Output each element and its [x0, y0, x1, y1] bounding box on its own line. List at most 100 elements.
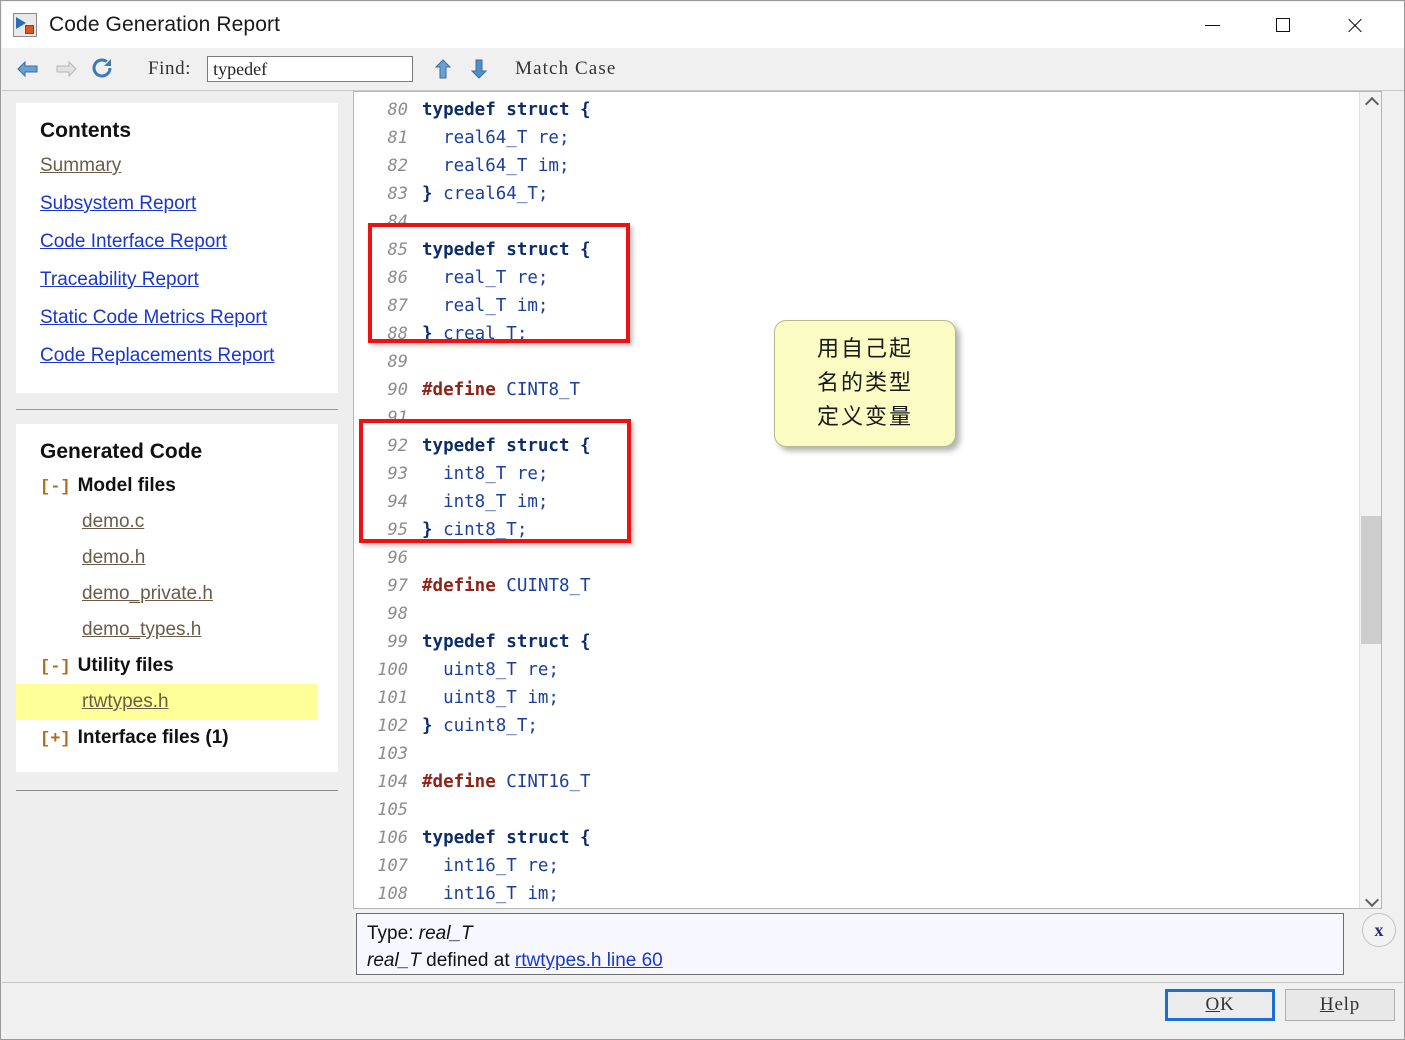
code-line: 96: [354, 544, 1359, 572]
scrollbar-thumb[interactable]: [1361, 516, 1381, 644]
ok-rest: K: [1220, 994, 1235, 1015]
sidebar-link-static-code-metrics-report[interactable]: Static Code Metrics Report: [16, 299, 338, 337]
code-token: typedef struct {: [422, 240, 591, 260]
code-line: 102} cuint8_T;: [354, 712, 1359, 740]
code-token: typedef struct {: [422, 100, 591, 120]
scroll-up-button[interactable]: [1360, 92, 1381, 112]
collapse-toggle-icon[interactable]: [-]: [40, 658, 71, 677]
arrow-up-icon: [433, 59, 453, 84]
code-token: }: [422, 520, 444, 540]
code-line: 80 typedef struct {: [354, 96, 1359, 124]
type-info-type-name: real_T: [418, 923, 473, 944]
tree-group-utility-files[interactable]: [-] Utility files: [16, 648, 338, 684]
sidebar-link-summary[interactable]: Summary: [16, 147, 338, 185]
code-line: 105: [354, 796, 1359, 824]
tree-group-model-files[interactable]: [-] Model files: [16, 468, 338, 504]
window-title: Code Generation Report: [49, 13, 281, 36]
code-line-number: 105: [377, 800, 408, 820]
type-info-line-1: Type: real_T: [367, 920, 1333, 947]
sidebar: Contents Summary Subsystem Report Code I…: [2, 91, 352, 983]
code-line: 98: [354, 600, 1359, 628]
sidebar-link-code-interface-report[interactable]: Code Interface Report: [16, 223, 338, 261]
code-line-number: 103: [377, 744, 408, 764]
code-line: 87 real_T im;: [354, 292, 1359, 320]
contents-panel: Contents Summary Subsystem Report Code I…: [16, 103, 338, 393]
code-token: cint8_T;: [443, 520, 528, 540]
code-line-number: 98: [387, 604, 408, 624]
code-line: 104 #define CINT16_T: [354, 768, 1359, 796]
forward-button[interactable]: [54, 58, 80, 80]
code-line: 85 typedef struct {: [354, 236, 1359, 264]
code-line-number: 86: [387, 268, 408, 288]
match-case-toggle[interactable]: Match Case: [515, 58, 616, 80]
tree-file-demo-h[interactable]: demo.h: [16, 540, 338, 576]
code-viewer: 80 typedef struct { 81 real64_T re; 82 real…: [353, 91, 1382, 909]
code-line-number: 107: [377, 856, 408, 876]
find-label: Find:: [148, 58, 192, 79]
tree-file-demo-c[interactable]: demo.c: [16, 504, 338, 540]
code-token: CINT8_T: [506, 380, 581, 400]
help-mnemonic: H: [1319, 994, 1335, 1015]
code-line: 108 int16_T im;: [354, 880, 1359, 908]
code-token: real64_T re;: [422, 128, 570, 148]
tree-file-rtwtypes-h[interactable]: rtwtypes.h: [16, 684, 318, 720]
code-line-number: 106: [377, 828, 408, 848]
type-info-type-name-2: real_T: [367, 950, 421, 971]
generated-code-panel: Generated Code [-] Model files demo.c dem…: [16, 424, 338, 772]
code-token: creal_T;: [443, 324, 528, 344]
code-line-number: 81: [387, 128, 408, 148]
ok-button[interactable]: OK: [1165, 989, 1275, 1021]
minimize-button[interactable]: [1183, 2, 1241, 48]
sidebar-link-code-replacements-report[interactable]: Code Replacements Report: [16, 337, 338, 375]
code-token: real_T im;: [422, 296, 549, 316]
code-line: 82 real64_T im;: [354, 152, 1359, 180]
find-previous-button[interactable]: [433, 58, 453, 80]
code-scroll-area[interactable]: 80 typedef struct { 81 real64_T re; 82 real…: [354, 92, 1359, 908]
type-definition-link[interactable]: rtwtypes.h line 60: [515, 950, 663, 971]
window-close-button[interactable]: [1325, 2, 1383, 48]
code-line-number: 101: [377, 688, 408, 708]
code-line-number: 92: [387, 436, 408, 456]
tree-group-interface-files[interactable]: [+] Interface files (1): [16, 720, 338, 756]
annotation-note: 用自己起 名的类型 定义变量: [774, 320, 956, 447]
code-token: int8_T im;: [422, 492, 549, 512]
collapse-toggle-icon[interactable]: [-]: [40, 478, 71, 497]
type-info-prefix: Type:: [367, 923, 419, 944]
code-line-number: 82: [387, 156, 408, 176]
refresh-button[interactable]: [92, 58, 118, 80]
code-line-number: 100: [377, 660, 408, 680]
code-token: int16_T im;: [422, 884, 559, 904]
scroll-down-button[interactable]: [1360, 888, 1381, 908]
code-token: cuint8_T;: [443, 716, 538, 736]
code-line-number: 96: [387, 548, 408, 568]
sidebar-link-traceability-report[interactable]: Traceability Report: [16, 261, 338, 299]
close-type-info-button[interactable]: x: [1362, 913, 1396, 947]
code-token: int16_T re;: [422, 856, 559, 876]
code-token: #define: [422, 380, 507, 400]
code-token: uint8_T im;: [422, 688, 559, 708]
code-token: }: [422, 716, 444, 736]
dialog-footer: OK Help: [2, 982, 1403, 1038]
help-button[interactable]: Help: [1285, 989, 1395, 1021]
code-generation-report-window: Code Generation Report Find: typedef Mat…: [0, 0, 1405, 1040]
maximize-button[interactable]: [1254, 2, 1312, 48]
code-line-number: 80: [387, 100, 408, 120]
expand-toggle-icon[interactable]: [+]: [40, 730, 71, 749]
tree-file-demo-types-h[interactable]: demo_types.h: [16, 612, 338, 648]
type-info-middle: defined at: [420, 950, 515, 971]
code-line: 84: [354, 208, 1359, 236]
code-line-number: 102: [377, 716, 408, 736]
back-arrow-icon: [16, 60, 40, 78]
code-line-number: 89: [387, 352, 408, 372]
code-token: real64_T im;: [422, 156, 570, 176]
search-input[interactable]: [207, 56, 414, 82]
back-button[interactable]: [16, 58, 42, 80]
chevron-down-icon: [1366, 893, 1377, 904]
tree-file-demo-private-h[interactable]: demo_private.h: [16, 576, 338, 612]
sidebar-link-subsystem-report[interactable]: Subsystem Report: [16, 185, 338, 223]
code-token: typedef struct {: [422, 436, 591, 456]
code-vertical-scrollbar[interactable]: [1359, 92, 1381, 908]
tree-group-label: Utility files: [77, 655, 174, 676]
minimize-icon: [1204, 24, 1220, 26]
find-next-button[interactable]: [469, 58, 489, 80]
